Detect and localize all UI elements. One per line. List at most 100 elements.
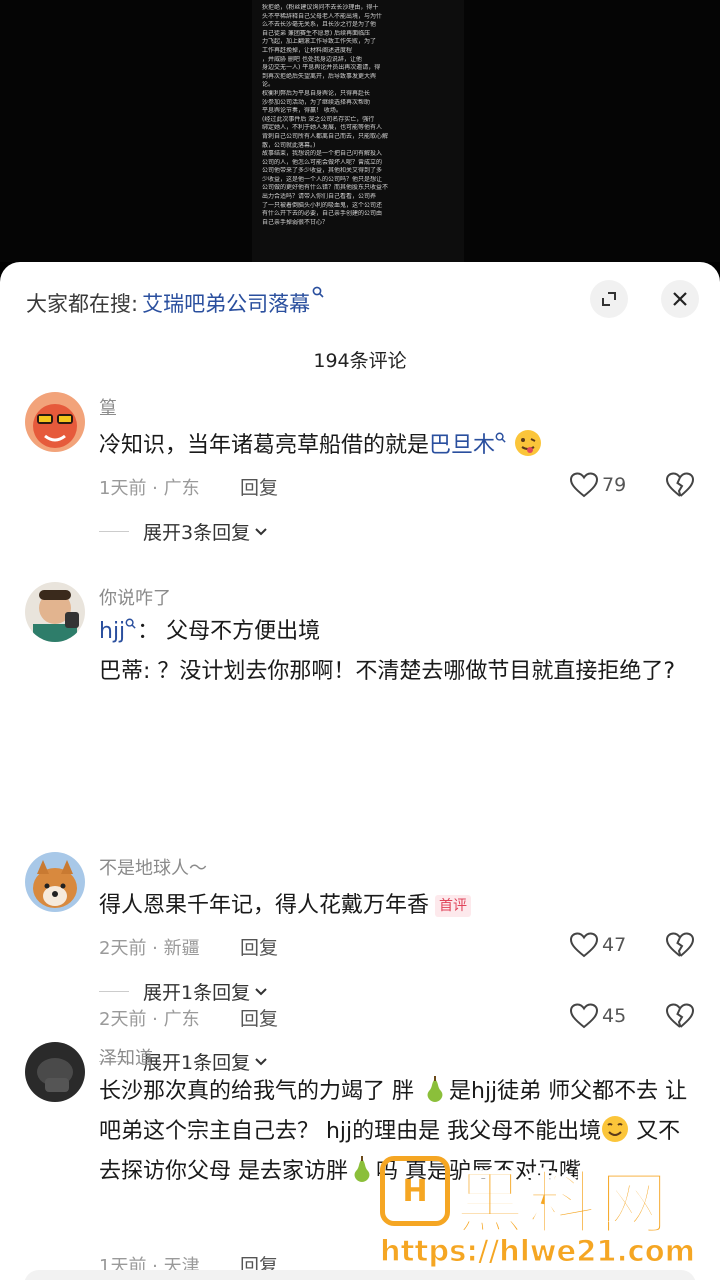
video-text-line: (经过此次事件后 深之公司名存实亡，强行 [262,115,375,123]
search-suggestion-prefix: 大家都在搜: [26,292,139,316]
video-text-line: 公司做的更好他有什么错？而其他股东只收益不 [262,184,389,192]
video-text-line: 公司他带来了多少收益，其他和关艾得到了多 [262,167,383,175]
expand-replies-button[interactable]: 展开3条回复 [99,518,268,545]
watermark-logo: H [380,1156,450,1226]
expand-replies-label: 展开1条回复 [143,982,251,1004]
first-comment-badge: 首评 [435,895,472,917]
dislike-button[interactable] [665,472,695,502]
comment-text: hjj ： 父母不方便出境 巴蒂: ？没计划去你那啊！不清楚去哪做节目就直接拒绝了… [99,612,699,692]
search-icon [312,286,324,298]
video-text-line: 少收益，这是他一个人的公司吗？他只是想让 [262,175,383,183]
comment-meta: 2天前 · 新疆 [99,938,200,959]
comment-link-text: 巴旦木 [429,433,496,458]
chevron-down-icon [255,987,267,995]
chevron-down-icon [255,527,267,535]
expand-replies-label: 展开1条回复 [143,1052,251,1074]
like-button[interactable]: 47 [570,932,626,958]
video-text-line: ，并威胁 删吧 也处我身边说辞，让他 [262,55,362,63]
close-button[interactable] [661,280,699,318]
heart-icon [570,932,598,958]
comment-sheet: 大家都在搜: 艾瑞吧弟公司落幕 194条评论 篁 冷知识，当年诸葛亮草船借的就是… [0,262,720,1280]
video-text-line: 沙参加公司活动，为了继续选择再次帮助 [262,98,371,106]
video-text-line: 公司的人，他怎么可能会做坏人呢？曾成立的 [262,158,383,166]
username[interactable]: 泽知道 [99,1044,153,1070]
close-icon [673,292,687,306]
video-text-line: 平息舆论节奏，得赢！ 收场。 [262,107,342,115]
divider-line [99,991,129,992]
chevron-down-icon [255,1057,267,1065]
search-suggestion-link[interactable]: 艾瑞吧弟公司落幕 [142,286,325,318]
reply-button[interactable]: 回复 [240,1004,278,1031]
video-text-line: 到再次拒绝后失望离开，后导致事发更大舆 [262,72,377,80]
expand-button[interactable] [590,280,628,318]
divider-line [99,531,129,532]
video-text-line: 散，公司就此落幕。) [262,141,316,149]
mention-text: hjj [99,619,126,644]
video-player[interactable]: 狄拒绝，(粉丝建议询问不去长沙理由，得十 头不平稀辞释自己父母老人不能出境，与为什… [0,0,720,262]
video-text-line: 故事结束，我想说的是一个把自己问有解投入 [262,150,383,158]
comment-search-link[interactable]: 巴旦木 [429,432,507,458]
video-text-line: 论。 [262,81,275,89]
like-count: 45 [602,1005,627,1027]
video-text-line: 自己徒弟 兼团赛生不愿意) 后续再面临压 [262,29,371,37]
mention-link[interactable]: hjj [99,618,137,644]
smile-face-emoji-icon [602,1116,629,1142]
expand-replies-button[interactable]: 展开1条回复 [99,978,268,1005]
video-text-line: 工作再赶挽掉，让材料阐述进度程 [262,46,353,54]
comment-meta: 1天前 · 广东 [99,478,200,499]
like-count: 79 [602,474,627,496]
like-count: 47 [602,934,627,956]
comment-line: 巴蒂: ？没计划去你那啊！不清楚去哪做节目就直接拒绝了? [99,659,676,684]
video-text-line: 了一只被着倒脑头小利的吸血鬼，这个公司还 [262,201,383,209]
avatar[interactable] [25,852,85,912]
comment-text-part: 得人恩果千年记，得人花戴万年香 [99,893,430,918]
avatar[interactable] [25,1042,85,1102]
video-text-line: 狄拒绝，(粉丝建议询问不去长沙理由，得十 [262,4,379,11]
video-text-line: 绑定她人，不利于她人发展，也可能等他有人 [262,124,383,132]
comment-count: 194条评论 [313,350,407,372]
video-text-line: 身边交无一人) 平息舆论并员出再次邀请，得 [262,64,381,72]
comment-meta: 2天前 · 广东 [99,1009,200,1030]
video-text-line: 背刺自己公司所有人都离自己而去，只能取心解 [262,132,389,140]
comment-text: 得人恩果千年记，得人花戴万年香 首评 [99,886,699,926]
heart-icon [570,1003,598,1029]
search-suggestion-text: 艾瑞吧弟公司落幕 [142,292,311,316]
comment-text-part: 长沙那次真的给我气的力竭了 胖 [99,1079,414,1104]
expand-icon [602,292,616,306]
video-text-line: 有什么开下去的必要，自己亲手创建的公司由 [262,210,383,218]
video-text-line: 头不平稀辞释自己父母老人不能出境，与为什 [262,12,383,20]
like-button[interactable]: 45 [570,1003,626,1029]
username[interactable]: 不是地球人～ [99,854,207,880]
heart-icon [570,472,598,498]
pear-icon [427,1076,443,1102]
expand-replies-label: 展开3条回复 [143,522,251,544]
reply-button[interactable]: 回复 [240,933,278,960]
dislike-button[interactable] [665,1003,695,1033]
broken-heart-icon [665,472,695,497]
comment-text: 冷知识，当年诸葛亮草船借的就是巴旦木 [99,426,699,466]
watermark: H 黑料网 https://hlwe21.com [380,1150,720,1280]
comment-text-part: 冷知识，当年诸葛亮草船借的就是 [99,433,430,458]
watermark-name: 黑料网 [455,1164,673,1245]
search-icon [495,432,506,443]
video-text-line: 自己亲手掉弱很不甘心？ [262,218,329,226]
broken-heart-icon [665,1003,695,1028]
search-icon [125,618,136,629]
reply-button[interactable]: 回复 [240,473,278,500]
like-button[interactable]: 79 [570,472,626,498]
broken-heart-icon [665,932,695,957]
comment-text-part: ： 父母不方便出境 [137,619,321,644]
pear-icon [354,1156,370,1182]
video-text-line: 权衡利弊后为平息自身舆论，只得再赴长 [262,89,371,97]
username[interactable]: 篁 [99,394,117,420]
avatar[interactable] [25,582,85,642]
video-text-line: 么不去长沙毫无关系，且长沙之行是为了他 [262,21,377,29]
dislike-button[interactable] [665,932,695,962]
search-suggestion[interactable]: 大家都在搜: 艾瑞吧弟公司落幕 [26,286,325,318]
tongue-face-emoji-icon [515,430,542,456]
avatar[interactable] [25,392,85,452]
video-text-line: 力飞起，加上翻滚工作导致工作失败，为了 [262,38,377,46]
video-text-line: 出力合适吗？请带入你们自己看看，公司养 [262,193,377,201]
username[interactable]: 你说咋了 [99,584,171,610]
comment-line: hjj ： 父母不方便出境 [99,612,699,652]
